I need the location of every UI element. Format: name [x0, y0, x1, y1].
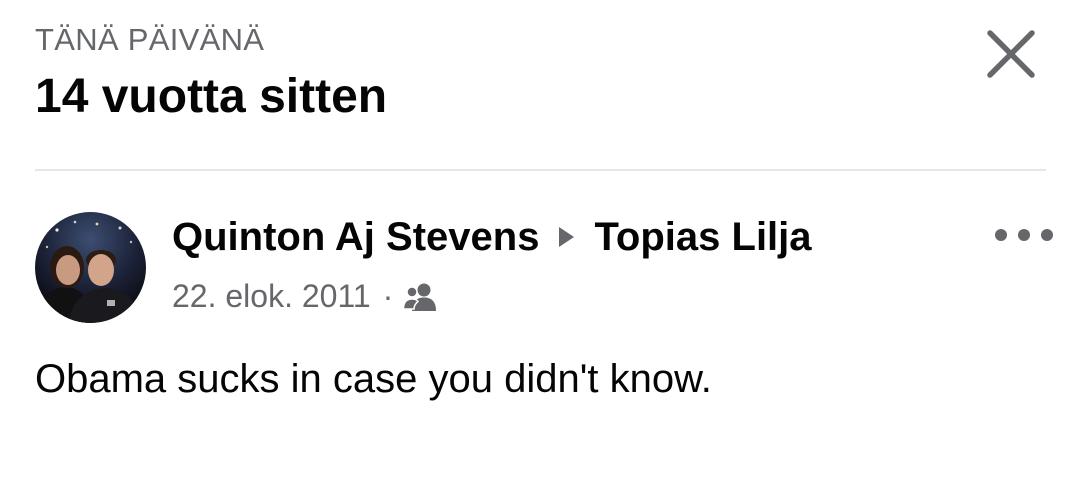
more-dot-icon: [995, 229, 1007, 241]
more-dot-icon: [1018, 229, 1030, 241]
author-name[interactable]: Quinton Aj Stevens: [172, 215, 539, 260]
memory-kicker: TÄNÄ PÄIVÄNÄ: [35, 22, 265, 57]
close-button[interactable]: [982, 25, 1040, 83]
recipient-name[interactable]: Topias Lilja: [594, 215, 811, 260]
memory-title: 14 vuotta sitten: [35, 70, 388, 123]
post-author-line: Quinton Aj Stevens Topias Lilja: [172, 212, 812, 262]
header-divider: [35, 169, 1046, 171]
arrow-right-icon: [559, 227, 575, 247]
more-options-button[interactable]: [995, 222, 1053, 248]
friends-icon[interactable]: [403, 281, 437, 311]
post-text: Obama sucks in case you didn't know.: [35, 357, 712, 401]
avatar[interactable]: [35, 212, 146, 323]
post-meta: 22. elok. 2011 ·: [172, 276, 437, 316]
close-icon: [987, 30, 1035, 78]
more-dot-icon: [1041, 229, 1053, 241]
meta-separator: ·: [382, 277, 394, 314]
avatar-image: [35, 212, 146, 323]
post-date[interactable]: 22. elok. 2011: [172, 278, 371, 315]
